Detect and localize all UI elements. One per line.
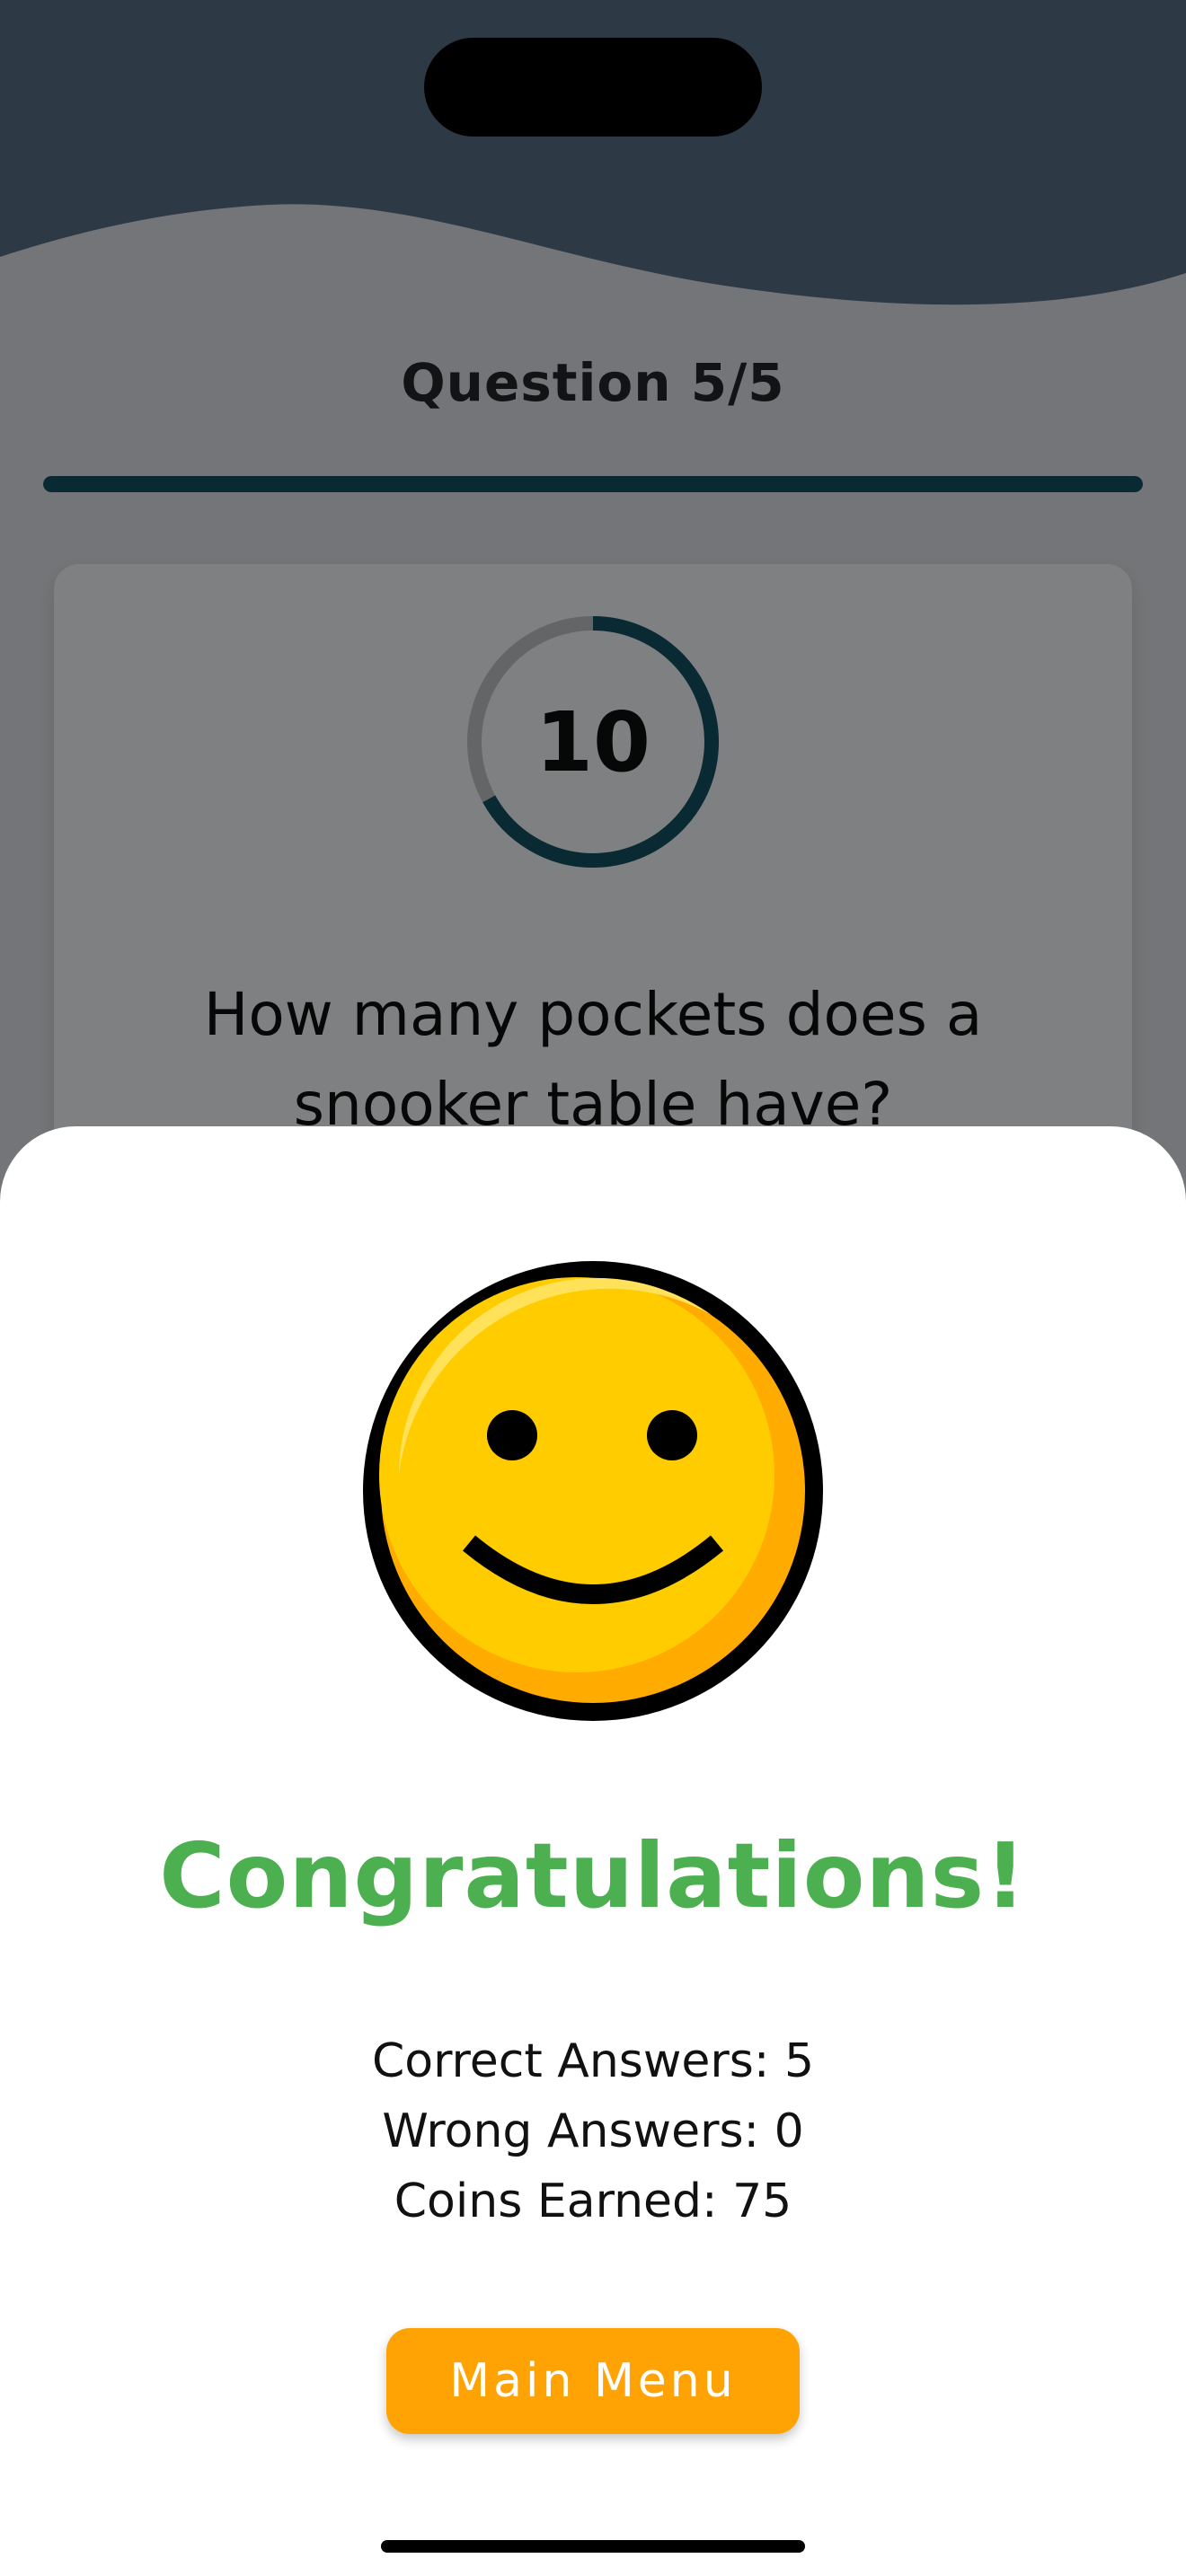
correct-answers-stat: Correct Answers: 5 [371, 2034, 815, 2088]
smiley-face-icon [363, 1261, 823, 1721]
congratulations-title: Congratulations! [159, 1823, 1027, 1928]
coins-earned-stat: Coins Earned: 75 [394, 2175, 792, 2228]
dynamic-island [424, 38, 762, 137]
home-indicator[interactable] [381, 2540, 805, 2553]
main-menu-button[interactable]: Main Menu [386, 2328, 800, 2434]
wrong-answers-stat: Wrong Answers: 0 [382, 2104, 804, 2158]
result-stats: Correct Answers: 5 Wrong Answers: 0 Coin… [0, 2026, 1186, 2236]
